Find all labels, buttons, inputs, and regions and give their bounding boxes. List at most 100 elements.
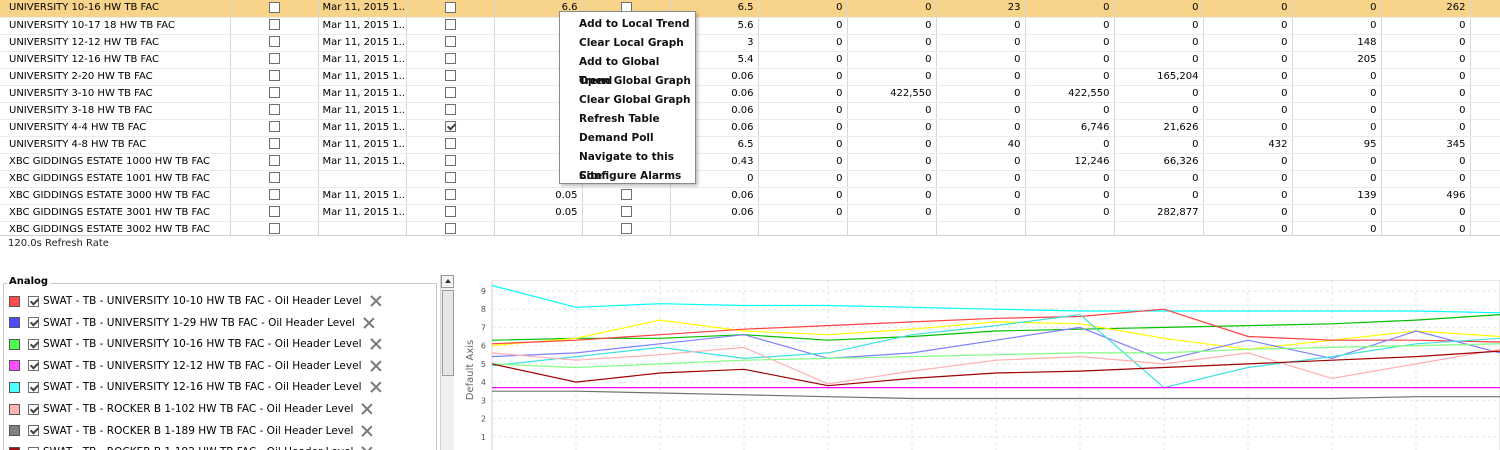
checkbox-unchecked[interactable] xyxy=(268,1,280,13)
scroll-thumb[interactable] xyxy=(442,290,454,376)
menu-add-global-trend[interactable]: Add to Global Trend xyxy=(560,53,695,87)
legend-item[interactable]: SWAT - TB - UNIVERSITY 10-10 HW TB FAC -… xyxy=(9,293,382,309)
cell-checkbox[interactable] xyxy=(406,102,495,120)
remove-icon[interactable] xyxy=(370,381,382,393)
legend-checkbox[interactable] xyxy=(28,381,39,393)
cell-checkbox[interactable] xyxy=(230,68,319,86)
cell-checkbox[interactable] xyxy=(230,85,319,103)
checkbox-unchecked[interactable] xyxy=(268,189,280,200)
legend-checkbox[interactable] xyxy=(28,295,39,307)
legend-item[interactable]: SWAT - TB - UNIVERSITY 1-29 HW TB FAC - … xyxy=(9,315,375,331)
checkbox-unchecked[interactable] xyxy=(268,36,280,47)
cell-checkbox[interactable] xyxy=(406,34,495,52)
remove-icon[interactable] xyxy=(361,446,373,450)
checkbox-unchecked[interactable] xyxy=(444,104,456,115)
checkbox-unchecked[interactable] xyxy=(620,206,632,217)
table-row[interactable]: UNIVERSITY 2-20 HW TB FAC Mar 11, 2015 1.… xyxy=(0,68,1500,86)
menu-navigate-to-site[interactable]: Navigate to this Site xyxy=(560,148,695,182)
cell-checkbox[interactable] xyxy=(230,170,319,188)
cell-checkbox[interactable] xyxy=(230,187,319,205)
color-swatch[interactable] xyxy=(9,425,20,437)
checkbox-unchecked[interactable] xyxy=(444,155,456,166)
trend-chart[interactable]: 1 2 3 4 5 6 7 8 9 Default Axis xyxy=(462,280,1500,450)
checkbox-unchecked[interactable] xyxy=(444,138,456,149)
remove-icon[interactable] xyxy=(370,338,382,350)
checkbox-unchecked[interactable] xyxy=(444,206,456,217)
legend-item[interactable]: SWAT - TB - UNIVERSITY 10-16 HW TB FAC -… xyxy=(9,336,382,352)
table-row[interactable]: XBC GIDDINGS ESTATE 3001 HW TB FAC Mar 11… xyxy=(0,204,1500,222)
cell-checkbox[interactable] xyxy=(230,0,319,18)
color-swatch[interactable] xyxy=(9,317,20,329)
menu-configure-alarms[interactable]: Configure Alarms xyxy=(560,167,695,186)
checkbox-unchecked[interactable] xyxy=(444,223,456,234)
legend-item[interactable]: SWAT - TB - ROCKER B 1-189 HW TB FAC - O… xyxy=(9,423,373,439)
checkbox-unchecked[interactable] xyxy=(268,206,280,217)
cell-checkbox[interactable] xyxy=(582,187,671,205)
cell-checkbox[interactable] xyxy=(230,51,319,69)
legend-item[interactable]: SWAT - TB - ROCKER B 1-102 HW TB FAC - O… xyxy=(9,401,373,417)
cell-checkbox[interactable] xyxy=(230,221,319,235)
menu-refresh-table[interactable]: Refresh Table xyxy=(560,110,695,129)
checkbox-unchecked[interactable] xyxy=(268,19,280,30)
table-row[interactable]: UNIVERSITY 12-12 HW TB FAC Mar 11, 2015 1… xyxy=(0,34,1500,52)
checkbox-unchecked[interactable] xyxy=(268,223,280,234)
checkbox-unchecked[interactable] xyxy=(444,53,456,64)
legend-item[interactable]: SWAT - TB - UNIVERSITY 12-16 HW TB FAC -… xyxy=(9,379,382,395)
checkbox-unchecked[interactable] xyxy=(444,172,456,183)
color-swatch[interactable] xyxy=(9,295,20,307)
legend-checkbox[interactable] xyxy=(28,360,39,372)
legend-item[interactable]: SWAT - TB - ROCKER B 1-192 HW TB FAC - O… xyxy=(9,444,373,450)
checkbox-unchecked[interactable] xyxy=(268,155,280,166)
remove-icon[interactable] xyxy=(370,295,382,307)
checkbox-unchecked[interactable] xyxy=(444,1,456,13)
cell-checkbox[interactable] xyxy=(406,204,495,222)
cell-checkbox[interactable] xyxy=(406,187,495,205)
cell-checkbox[interactable] xyxy=(230,119,319,137)
checkbox-unchecked[interactable] xyxy=(268,70,280,81)
table-row[interactable]: UNIVERSITY 4-4 HW TB FAC Mar 11, 2015 1..… xyxy=(0,119,1500,137)
cell-checkbox[interactable] xyxy=(230,153,319,171)
scroll-up-arrow-icon[interactable] xyxy=(441,275,454,288)
cell-checkbox[interactable] xyxy=(230,102,319,120)
table-row[interactable]: UNIVERSITY 12-16 HW TB FAC Mar 11, 2015 1… xyxy=(0,51,1500,69)
checkbox-unchecked[interactable] xyxy=(444,87,456,98)
legend-scrollbar[interactable] xyxy=(440,275,454,450)
table-row[interactable]: UNIVERSITY 4-8 HW TB FAC Mar 11, 2015 1..… xyxy=(0,136,1500,154)
menu-demand-poll[interactable]: Demand Poll xyxy=(560,129,695,148)
menu-clear-global-graph[interactable]: Clear Global Graph xyxy=(560,91,695,110)
color-swatch[interactable] xyxy=(9,338,20,350)
cell-checkbox[interactable] xyxy=(582,204,671,222)
cell-checkbox[interactable] xyxy=(230,136,319,154)
checkbox-unchecked[interactable] xyxy=(620,223,632,234)
cell-checkbox[interactable] xyxy=(230,204,319,222)
remove-icon[interactable] xyxy=(361,425,373,437)
legend-checkbox[interactable] xyxy=(28,425,39,437)
menu-add-local-trend[interactable]: Add to Local Trend xyxy=(560,15,695,34)
table-row[interactable]: XBC GIDDINGS ESTATE 3000 HW TB FAC Mar 11… xyxy=(0,187,1500,205)
cell-checkbox[interactable] xyxy=(406,0,495,18)
table-row[interactable]: XBC GIDDINGS ESTATE 3002 HW TB FAC 0 0 0 xyxy=(0,221,1500,235)
legend-checkbox[interactable] xyxy=(28,317,39,329)
menu-clear-local-graph[interactable]: Clear Local Graph xyxy=(560,34,695,53)
table-row[interactable]: XBC GIDDINGS ESTATE 1001 HW TB FAC 0 0 0 0 0 0… xyxy=(0,170,1500,188)
legend-checkbox[interactable] xyxy=(28,338,39,350)
remove-icon[interactable] xyxy=(363,317,375,329)
table-row[interactable]: XBC GIDDINGS ESTATE 1000 HW TB FAC Mar 11… xyxy=(0,153,1500,171)
cell-checkbox[interactable] xyxy=(406,68,495,86)
legend-checkbox[interactable] xyxy=(28,403,39,415)
legend-item[interactable]: SWAT - TB - UNIVERSITY 12-12 HW TB FAC -… xyxy=(9,358,382,374)
color-swatch[interactable] xyxy=(9,381,20,393)
checkbox-unchecked[interactable] xyxy=(444,189,456,200)
checkbox-unchecked[interactable] xyxy=(268,138,280,149)
checkbox-unchecked[interactable] xyxy=(444,36,456,47)
checkbox-checked[interactable] xyxy=(444,121,456,132)
cell-checkbox[interactable] xyxy=(406,170,495,188)
menu-open-global-graph[interactable]: Open Global Graph xyxy=(560,72,695,91)
checkbox-unchecked[interactable] xyxy=(620,189,632,200)
color-swatch[interactable] xyxy=(9,403,20,415)
cell-checkbox[interactable] xyxy=(230,17,319,35)
remove-icon[interactable] xyxy=(370,360,382,372)
checkbox-unchecked[interactable] xyxy=(444,19,456,30)
cell-checkbox[interactable] xyxy=(406,119,495,137)
cell-checkbox[interactable] xyxy=(406,153,495,171)
